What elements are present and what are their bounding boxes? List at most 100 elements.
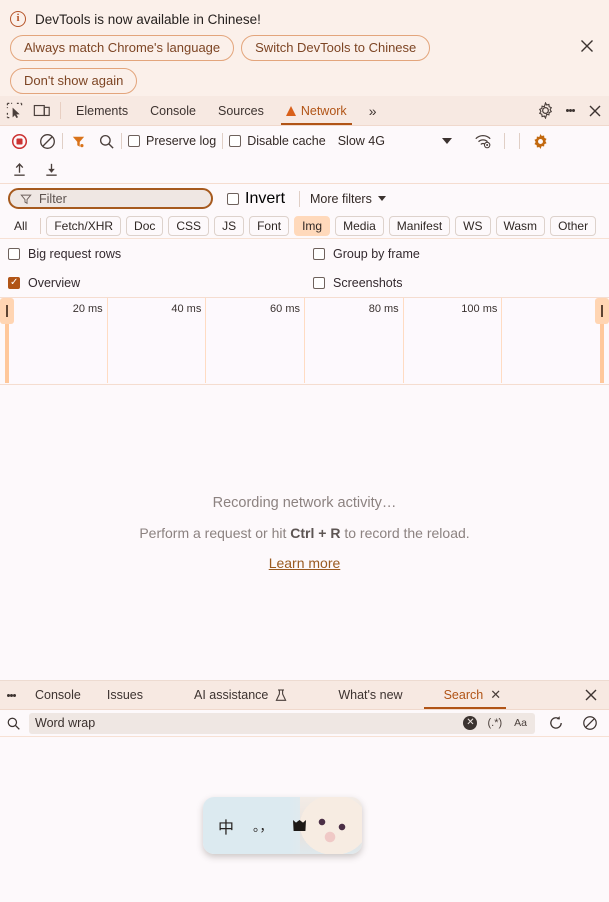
checkbox-box [229, 135, 242, 147]
more-filters-label: More filters [310, 191, 372, 206]
tab-label: Network [300, 103, 347, 118]
drawer-tab-issues[interactable]: Issues [94, 681, 156, 709]
timeline-selection-window[interactable]: 20 ms 40 ms 60 ms 80 ms 100 ms [5, 298, 604, 383]
ime-punctuation-button[interactable]: 。， [253, 816, 273, 835]
device-toolbar-icon[interactable] [28, 96, 56, 125]
toolbar-divider [121, 133, 122, 149]
clear-input-icon[interactable]: ✕ [463, 716, 478, 730]
chevron-down-icon[interactable] [441, 138, 452, 144]
preserve-log-checkbox[interactable]: Preserve log [124, 134, 220, 148]
tab-console[interactable]: Console [139, 96, 207, 125]
ime-shape-icon[interactable] [292, 819, 307, 833]
filter-funnel-icon[interactable] [65, 129, 91, 153]
timeline-right-handle[interactable] [595, 298, 609, 324]
toolbar-divider [60, 102, 61, 119]
filter-input[interactable]: Filter [8, 188, 213, 209]
toolbar-divider [222, 133, 224, 149]
timeline-left-handle[interactable] [0, 298, 14, 324]
close-notification-icon[interactable] [577, 36, 597, 56]
search-input[interactable]: Word wrap ✕ (.*) Aa [29, 712, 535, 734]
drawer-tab-ai-assistance[interactable]: AI assistance [156, 681, 300, 709]
always-match-chrome-language-button[interactable]: Always match Chrome's language [10, 35, 235, 61]
chip-wasm[interactable]: Wasm [495, 215, 546, 236]
disable-cache-checkbox[interactable]: Disable cache [225, 134, 330, 148]
chip-img[interactable]: Img [294, 215, 331, 236]
filter-placeholder-text: Filter [39, 191, 67, 206]
chip-media[interactable]: Media [335, 215, 384, 236]
drawer-right-controls [577, 681, 609, 709]
chip-js[interactable]: JS [214, 215, 245, 236]
timeline-tick-cell: 100 ms [404, 298, 503, 383]
invert-label: Invert [245, 189, 286, 207]
tab-sources[interactable]: Sources [207, 96, 275, 125]
empty-state-instruction: Perform a request or hit Ctrl + R to rec… [139, 525, 469, 541]
learn-more-link[interactable]: Learn more [269, 555, 341, 571]
checkbox-box [128, 135, 140, 147]
chip-doc[interactable]: Doc [126, 215, 164, 236]
close-search-tab-icon[interactable]: ✕ [490, 687, 501, 703]
ime-mode-button[interactable]: 中 [218, 814, 234, 838]
big-request-rows-checkbox[interactable]: Big request rows [8, 247, 313, 261]
more-options-kebab-icon[interactable] [559, 108, 581, 113]
toolbar-divider [62, 133, 63, 149]
record-stop-icon[interactable] [6, 129, 32, 153]
more-tabs-overflow-icon[interactable]: » [358, 96, 388, 125]
group-by-frame-label: Group by frame [333, 246, 420, 261]
throttling-value: Slow 4G [337, 134, 385, 148]
match-case-toggle-button[interactable]: Aa [512, 717, 529, 729]
network-overview-timeline[interactable]: 20 ms 40 ms 60 ms 80 ms 100 ms [0, 298, 609, 385]
resource-type-filter-chips: All Fetch/XHR Doc CSS JS Font Img Media … [0, 213, 609, 239]
tab-elements[interactable]: Elements [65, 96, 139, 125]
import-har-icon[interactable] [6, 158, 32, 182]
chevron-double-right-icon: » [368, 102, 377, 119]
ime-cat-skin-image [300, 797, 362, 854]
checkbox-box [8, 276, 20, 289]
network-toolbar: Preserve log Disable cache Slow 4G [0, 126, 609, 156]
network-conditions-icon[interactable] [470, 129, 496, 153]
regex-toggle-button[interactable]: (.*) [485, 717, 504, 729]
chip-fetch-xhr[interactable]: Fetch/XHR [46, 215, 122, 236]
drawer-tab-search[interactable]: Search ✕ [416, 681, 515, 709]
drawer-tab-console[interactable]: Console [22, 681, 94, 709]
ime-floating-toolbar[interactable]: 中 。， [203, 797, 362, 854]
drawer-tab-whats-new[interactable]: What's new [300, 681, 415, 709]
chip-divider [40, 217, 42, 234]
settings-gear-icon[interactable] [531, 102, 559, 119]
close-drawer-icon[interactable] [577, 687, 605, 703]
search-input-value: Word wrap [35, 716, 96, 730]
info-icon: i [10, 11, 26, 27]
chip-manifest[interactable]: Manifest [388, 215, 451, 236]
network-settings-gear-icon[interactable] [528, 129, 554, 153]
tick-label: 40 ms [171, 303, 202, 315]
clear-network-log-icon[interactable] [34, 129, 60, 153]
search-icon [7, 717, 20, 730]
invert-filter-checkbox[interactable]: Invert [223, 190, 289, 208]
overview-checkbox[interactable]: Overview [8, 276, 313, 290]
chip-ws[interactable]: WS [455, 215, 491, 236]
checkbox-box [227, 192, 239, 205]
tab-network[interactable]: Network [275, 96, 358, 125]
drawer-menu-icon[interactable] [0, 681, 22, 709]
drawer-tab-label: Search [443, 688, 484, 702]
network-empty-state: Recording network activity… Perform a re… [0, 385, 609, 680]
big-request-rows-label: Big request rows [28, 246, 122, 261]
clear-results-icon[interactable] [577, 711, 603, 735]
close-devtools-icon[interactable] [581, 103, 609, 119]
refresh-search-icon[interactable] [543, 711, 569, 735]
chip-css[interactable]: CSS [168, 215, 210, 236]
chip-other[interactable]: Other [550, 215, 597, 236]
throttling-select[interactable]: Slow 4G [338, 134, 385, 148]
options-row-1: Big request rows Group by frame [0, 239, 609, 268]
export-har-icon[interactable] [38, 158, 64, 182]
switch-devtools-to-chinese-button[interactable]: Switch DevTools to Chinese [241, 35, 431, 61]
screenshots-checkbox[interactable]: Screenshots [313, 276, 402, 290]
timeline-ticks: 20 ms 40 ms 60 ms 80 ms 100 ms [9, 298, 600, 383]
more-filters-dropdown[interactable]: More filters [310, 192, 386, 206]
group-by-frame-checkbox[interactable]: Group by frame [313, 247, 420, 261]
chip-font[interactable]: Font [249, 215, 290, 236]
search-icon[interactable] [93, 129, 119, 153]
inspect-element-icon[interactable] [0, 96, 28, 125]
drawer-tab-label: What's new [338, 688, 403, 702]
chip-all[interactable]: All [6, 216, 35, 236]
dont-show-again-button[interactable]: Don't show again [10, 68, 138, 94]
